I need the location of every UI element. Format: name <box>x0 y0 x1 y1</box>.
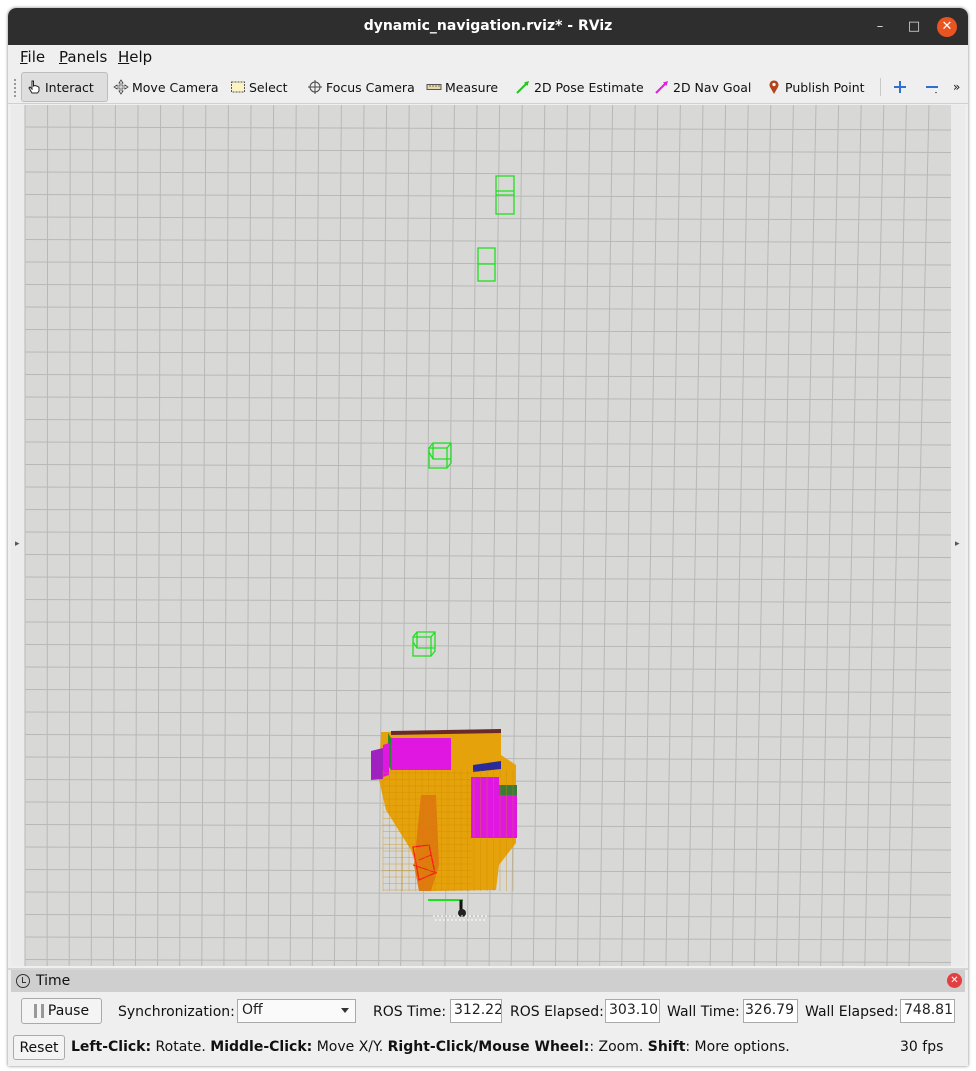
hand-pointer-icon <box>28 80 40 94</box>
menu-file[interactable]: File <box>20 48 45 66</box>
close-window-button[interactable]: ✕ <box>937 17 957 37</box>
rviz-scene[interactable]: ▸ ▸ <box>11 104 965 967</box>
wall-time-field[interactable]: 5326.79 <box>743 999 798 1023</box>
status-bar: Reset Left-Click: Rotate. Middle-Click: … <box>11 1032 965 1062</box>
menu-bar: File Panels Help <box>8 45 968 69</box>
green-arrow-icon <box>516 81 529 94</box>
pause-label: Pause <box>47 1003 90 1019</box>
map-pin-icon <box>769 80 779 94</box>
crosshair-icon <box>308 80 322 94</box>
help-right-click-desc: : Zoom. <box>589 1039 648 1055</box>
tool-2d-nav-goal[interactable]: 2D Nav Goal <box>650 72 755 102</box>
tool-focus-camera-label: Focus Camera <box>326 79 415 95</box>
right-panel-expand-icon[interactable]: ▸ <box>955 539 960 549</box>
title-bar[interactable]: dynamic_navigation.rviz* - RViz – □ ✕ <box>8 8 968 45</box>
menu-help-mnemonic: H <box>118 48 130 66</box>
rviz-window: dynamic_navigation.rviz* - RViz – □ ✕ Fi… <box>8 8 968 1066</box>
wall-elapsed-label: Wall Elapsed: <box>805 1004 899 1020</box>
remove-tool-button[interactable] <box>920 72 947 102</box>
chevron-down-icon <box>341 1008 349 1013</box>
minimize-button[interactable]: – <box>870 17 890 37</box>
tool-publish-point-label: Publish Point <box>785 79 865 95</box>
menu-help[interactable]: Help <box>118 48 152 66</box>
tool-measure-label: Measure <box>445 79 499 95</box>
ros-time-field[interactable]: 312.22 <box>450 999 502 1023</box>
time-panel-header[interactable]: Time ✕ <box>11 970 965 992</box>
left-panel-expand-icon[interactable]: ▸ <box>15 539 20 549</box>
tool-measure[interactable]: Measure <box>422 72 502 102</box>
maximize-button[interactable]: □ <box>904 17 924 37</box>
ros-elapsed-field[interactable]: 303.10 <box>605 999 660 1023</box>
sync-label: Synchronization: <box>118 1004 235 1020</box>
help-middle-click-desc: Move X/Y. <box>312 1039 388 1055</box>
wall-time-label: Wall Time: <box>667 1004 740 1020</box>
minus-icon <box>926 86 938 94</box>
left-dock-strip[interactable] <box>11 105 25 966</box>
tool-select-label: Select <box>249 79 288 95</box>
3d-render-view[interactable]: ▸ ▸ <box>11 104 965 967</box>
right-dock-strip[interactable] <box>951 105 965 966</box>
tool-interact[interactable]: Interact <box>21 72 108 102</box>
reset-button[interactable]: Reset <box>13 1035 65 1060</box>
tool-2d-nav-goal-label: 2D Nav Goal <box>673 79 752 95</box>
move-arrows-icon <box>113 79 129 95</box>
pause-icon <box>33 1004 44 1018</box>
menu-help-label: elp <box>129 48 153 66</box>
magenta-arrow-icon <box>655 81 668 94</box>
ruler-icon <box>426 84 442 90</box>
window-title: dynamic_navigation.rviz* - RViz <box>363 18 613 34</box>
mouse-help-text: Left-Click: Rotate. Middle-Click: Move X… <box>71 1039 790 1055</box>
sync-dropdown[interactable]: Off <box>237 999 356 1023</box>
tool-interact-label: Interact <box>45 79 94 95</box>
help-left-click-desc: Rotate. <box>151 1039 211 1055</box>
tool-2d-pose-estimate[interactable]: 2D Pose Estimate <box>511 72 648 102</box>
ros-time-label: ROS Time: <box>373 1004 447 1020</box>
help-shift-desc: : More options. <box>685 1039 790 1055</box>
sync-value: Off <box>242 1002 263 1018</box>
tool-move-camera[interactable]: Move Camera <box>109 72 223 102</box>
clock-icon <box>16 974 30 988</box>
close-panel-icon[interactable]: ✕ <box>947 973 962 988</box>
tools-toolbar: Interact Move Camera Select Focus Camera… <box>8 70 968 104</box>
menu-panels-label: anels <box>67 48 108 66</box>
toolbar-grip[interactable] <box>14 79 17 97</box>
plus-icon <box>894 81 906 93</box>
tool-publish-point[interactable]: Publish Point <box>762 72 869 102</box>
add-tool-button[interactable] <box>888 72 915 102</box>
help-left-click: Left-Click: <box>71 1039 152 1055</box>
toolbar-divider <box>880 78 881 96</box>
tool-focus-camera[interactable]: Focus Camera <box>303 72 419 102</box>
wall-elapsed-field[interactable]: 748.81 <box>900 999 955 1023</box>
tool-move-camera-label: Move Camera <box>132 79 219 95</box>
ros-elapsed-label: ROS Elapsed: <box>510 1004 604 1020</box>
time-panel-title: Time <box>36 973 71 989</box>
tool-select[interactable]: Select <box>226 72 292 102</box>
select-rectangle-icon <box>231 81 245 93</box>
pause-button[interactable]: Pause <box>21 998 102 1024</box>
menu-file-label: ile <box>27 48 46 66</box>
time-panel: Pause Synchronization: Off ROS Time: 312… <box>11 994 965 1028</box>
help-middle-click: Middle-Click: <box>210 1039 313 1055</box>
menu-file-mnemonic: F <box>20 48 28 66</box>
help-shift: Shift <box>647 1039 686 1055</box>
help-right-click: Right-Click/Mouse Wheel: <box>387 1039 590 1055</box>
fps-counter: 30 fps <box>900 1039 944 1055</box>
menu-panels[interactable]: Panels <box>59 48 107 66</box>
tool-2d-pose-estimate-label: 2D Pose Estimate <box>534 79 644 95</box>
toolbar-overflow-button[interactable]: » <box>949 72 964 102</box>
